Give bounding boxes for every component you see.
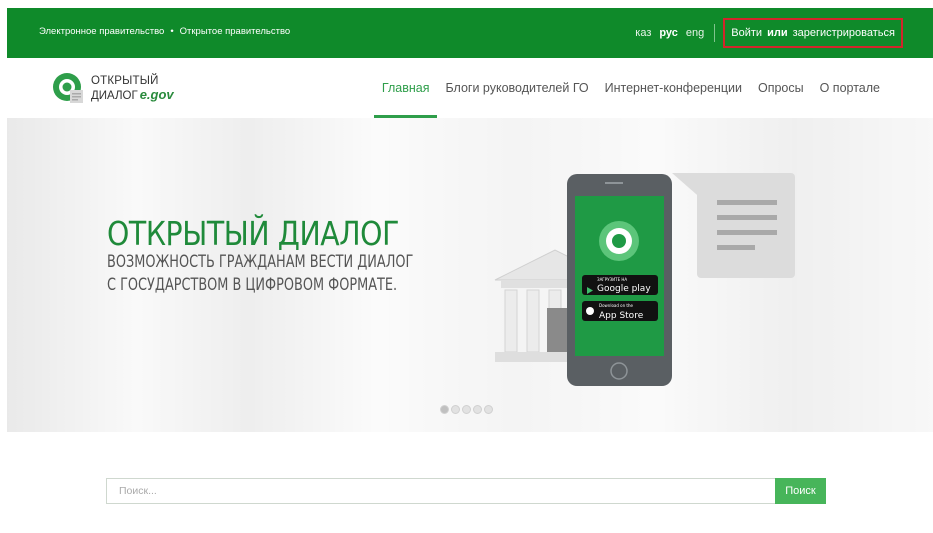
nav-about[interactable]: О портале bbox=[812, 58, 888, 118]
divider bbox=[714, 24, 716, 42]
search-input[interactable] bbox=[106, 478, 775, 504]
hero-title: ОТКРЫТЫЙ ДИАЛОГ bbox=[107, 214, 399, 253]
logo-text: ОТКРЫТЫЙ ДИАЛОГ e.gov bbox=[91, 75, 174, 103]
slider-dot[interactable] bbox=[451, 405, 460, 414]
google-play-small-text: ЗАГРУЗИТЕ НА bbox=[597, 277, 627, 282]
search-button[interactable]: Поиск bbox=[775, 478, 826, 504]
hero-subtitle-line-1: ВОЗМОЖНОСТЬ ГРАЖДАНАМ ВЕСТИ ДИАЛОГ bbox=[107, 252, 414, 271]
gov-links: Электронное правительство • Открытое прави… bbox=[39, 26, 290, 37]
nav-conferences[interactable]: Интернет-конференции bbox=[597, 58, 750, 118]
main-header: ОТКРЫТЫЙ ДИАЛОГ e.gov Главная Блоги руков… bbox=[7, 58, 933, 118]
e-gov-link[interactable]: Электронное правительство bbox=[39, 26, 164, 37]
phone-illustration: ЗАГРУЗИТЕ НА Google play Download on the… bbox=[494, 173, 795, 386]
open-dialog-logo-icon bbox=[51, 71, 87, 107]
google-play-text: Google play bbox=[597, 284, 651, 294]
slider-dot[interactable] bbox=[473, 405, 482, 414]
logo-line-2: ДИАЛОГ e.gov bbox=[91, 88, 174, 103]
app-store-text: App Store bbox=[599, 311, 644, 321]
speech-bubble-icon bbox=[672, 173, 795, 278]
register-link[interactable]: зарегистрироваться bbox=[793, 27, 895, 39]
site-logo[interactable]: ОТКРЫТЫЙ ДИАЛОГ e.gov bbox=[51, 71, 174, 107]
nav-blogs[interactable]: Блоги руководителей ГО bbox=[437, 58, 596, 118]
slider-dot[interactable] bbox=[440, 405, 449, 414]
lang-kaz[interactable]: каз bbox=[635, 27, 651, 39]
login-link[interactable]: Войти bbox=[731, 27, 762, 39]
smartphone-icon: ЗАГРУЗИТЕ НА Google play Download on the… bbox=[567, 174, 672, 386]
search-bar: Поиск bbox=[106, 478, 826, 504]
auth-box: Войти или зарегистрироваться bbox=[723, 18, 903, 48]
nav-polls[interactable]: Опросы bbox=[750, 58, 812, 118]
slider-dot[interactable] bbox=[484, 405, 493, 414]
app-store-small-text: Download on the bbox=[599, 303, 634, 308]
hero-subtitle: ВОЗМОЖНОСТЬ ГРАЖДАНАМ ВЕСТИ ДИАЛОГ С ГОС… bbox=[107, 250, 413, 296]
open-gov-link[interactable]: Открытое правительство bbox=[180, 26, 291, 37]
lang-rus[interactable]: рус bbox=[659, 27, 678, 39]
nav-home[interactable]: Главная bbox=[373, 58, 438, 118]
top-bar: Электронное правительство • Открытое прави… bbox=[7, 8, 933, 58]
logo-dialog-word: ДИАЛОГ bbox=[91, 90, 138, 102]
main-nav: Главная Блоги руководителей ГО Интернет-… bbox=[373, 58, 888, 118]
slider-dots bbox=[440, 405, 493, 414]
lang-eng[interactable]: eng bbox=[686, 27, 704, 39]
logo-egov: e.gov bbox=[139, 87, 174, 102]
or-text: или bbox=[767, 27, 788, 39]
slider-dot[interactable] bbox=[462, 405, 471, 414]
top-bar-right: каз рус eng Войти или зарегистрироваться bbox=[631, 18, 903, 48]
hero-subtitle-line-2: С ГОСУДАРСТВОМ В ЦИФРОВОМ ФОРМАТЕ. bbox=[107, 275, 398, 294]
hero-slider: ОТКРЫТЫЙ ДИАЛОГ ВОЗМОЖНОСТЬ ГРАЖДАНАМ ВЕ… bbox=[7, 118, 933, 432]
link-separator: • bbox=[170, 26, 174, 37]
